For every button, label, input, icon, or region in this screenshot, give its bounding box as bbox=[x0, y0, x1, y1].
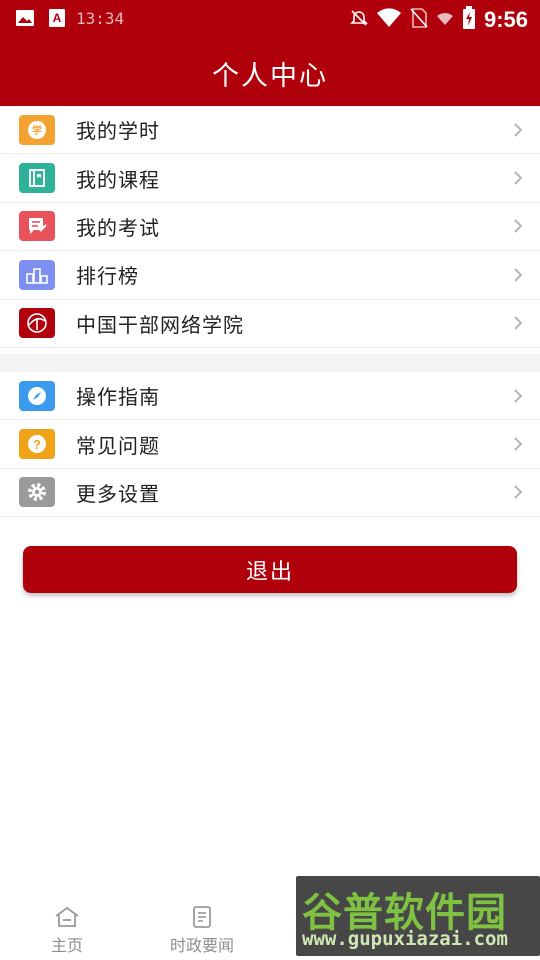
chevron-right-icon bbox=[512, 484, 524, 500]
title-bar: 个人中心 bbox=[0, 40, 540, 106]
menu-item-more-settings[interactable]: 更多设置 bbox=[0, 469, 540, 518]
study-hours-icon: 学 bbox=[19, 114, 55, 145]
nav-tab-news[interactable]: 时政要闻 bbox=[152, 904, 252, 956]
chevron-right-icon bbox=[512, 267, 524, 283]
section-divider bbox=[0, 354, 540, 372]
menu-group-help: 操作指南 ? 常见问题 更多设置 bbox=[0, 372, 540, 518]
wifi-icon bbox=[376, 7, 402, 33]
watermark-url: www.gupuxiazai.com bbox=[302, 928, 508, 950]
menu-item-label: 我的学时 bbox=[76, 119, 160, 144]
menu-item-label: 中国干部网络学院 bbox=[76, 312, 244, 337]
page-title: 个人中心 bbox=[212, 60, 328, 92]
battery-icon bbox=[462, 6, 476, 34]
menu-item-label: 排行榜 bbox=[76, 264, 139, 289]
chevron-right-icon bbox=[512, 218, 524, 234]
menu-item-label: 我的课程 bbox=[76, 167, 160, 192]
college-logo-icon bbox=[19, 308, 55, 339]
nav-tab-home[interactable]: 主页 bbox=[17, 904, 117, 956]
home-icon bbox=[52, 904, 82, 930]
svg-text:?: ? bbox=[33, 437, 41, 452]
menu-item-my-exams[interactable]: 我的考试 bbox=[0, 203, 540, 252]
menu-item-label: 操作指南 bbox=[76, 385, 160, 410]
watermark-overlay: 谷普软件园 www.gupuxiazai.com bbox=[296, 876, 540, 956]
app-a-icon: A bbox=[46, 8, 68, 28]
status-clock: 9:56 bbox=[483, 7, 528, 32]
menu-item-faq[interactable]: ? 常见问题 bbox=[0, 420, 540, 469]
svg-text:学: 学 bbox=[32, 124, 42, 137]
no-sim-icon bbox=[410, 7, 428, 33]
exam-icon bbox=[19, 211, 55, 242]
image-icon bbox=[14, 8, 36, 28]
chevron-right-icon bbox=[512, 436, 524, 452]
menu-item-guide[interactable]: 操作指南 bbox=[0, 372, 540, 421]
course-book-icon bbox=[19, 163, 55, 194]
menu-item-my-courses[interactable]: 我的课程 bbox=[0, 154, 540, 203]
chevron-right-icon bbox=[512, 122, 524, 138]
menu-item-label: 我的考试 bbox=[76, 215, 160, 240]
chevron-right-icon bbox=[512, 170, 524, 186]
wifi-small-icon bbox=[436, 11, 454, 30]
chevron-right-icon bbox=[512, 315, 524, 331]
compass-icon bbox=[19, 380, 55, 411]
news-icon bbox=[187, 904, 217, 930]
menu-item-label: 常见问题 bbox=[76, 433, 160, 458]
nav-tab-label: 主页 bbox=[50, 936, 83, 955]
question-icon: ? bbox=[19, 429, 55, 460]
menu-item-study-hours[interactable]: 学 我的学时 bbox=[0, 106, 540, 155]
nav-tab-label: 时政要闻 bbox=[169, 936, 234, 955]
status-time-small: 13:34 bbox=[76, 8, 125, 28]
menu-item-label: 更多设置 bbox=[76, 481, 160, 506]
gear-icon bbox=[19, 477, 55, 508]
status-bar: A 13:34 9:56 bbox=[0, 0, 540, 40]
menu-item-ranking[interactable]: 排行榜 bbox=[0, 251, 540, 300]
svg-text:A: A bbox=[53, 11, 62, 25]
menu-group-learning: 学 我的学时 我的课程 我的考试 排行榜 中国干部网络学院 bbox=[0, 106, 540, 348]
ranking-icon bbox=[19, 259, 55, 290]
alarm-off-icon bbox=[350, 9, 368, 31]
chevron-right-icon bbox=[512, 388, 524, 404]
logout-button[interactable]: 退出 bbox=[23, 546, 517, 593]
menu-item-cadre-college[interactable]: 中国干部网络学院 bbox=[0, 300, 540, 348]
